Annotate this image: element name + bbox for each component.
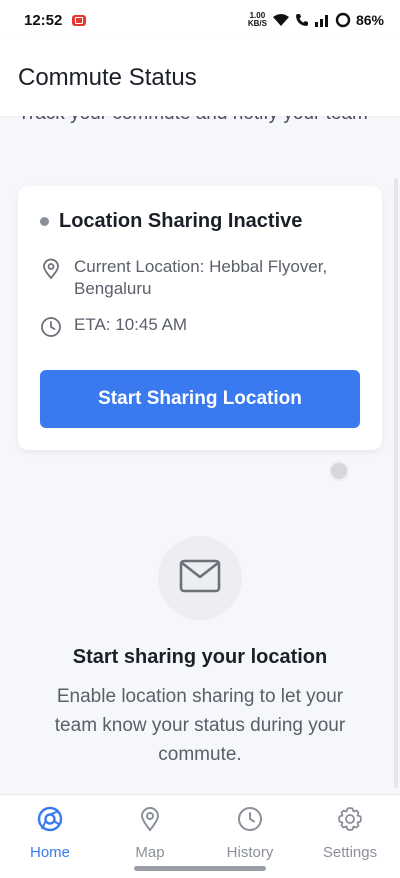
empty-state-description: Enable location sharing to let your team… — [54, 686, 346, 765]
eta-row: ETA: 10:45 AM — [40, 314, 364, 338]
commute-status-card: Location Sharing Inactive Current Locati… — [18, 186, 382, 450]
status-indicator-dot — [40, 217, 49, 226]
start-sharing-button[interactable]: Start Sharing Location — [40, 370, 360, 428]
sharing-status-title: Location Sharing Inactive — [59, 210, 303, 232]
page-subtitle: Track your commute and notify your team — [18, 116, 378, 126]
clock-icon — [236, 805, 264, 838]
signal-icon — [314, 13, 330, 27]
sharing-status: Location Sharing Inactive — [40, 210, 302, 233]
network-speed: 1.00 KB/S — [248, 12, 267, 28]
current-location-row: Current Location: Hebbal Flyover, Bengal… — [40, 256, 364, 300]
home-icon — [36, 805, 64, 838]
nav-item-home[interactable]: Home — [0, 795, 100, 878]
gear-icon — [336, 805, 364, 838]
page-title: Commute Status — [18, 64, 197, 91]
status-bar: 12:52 1.00 KB/S 86% — [0, 0, 400, 40]
clock-icon — [40, 316, 62, 338]
nav-label-settings: Settings — [322, 844, 378, 861]
current-location-text: Current Location: Hebbal Flyover, Bengal… — [74, 257, 328, 298]
nav-item-settings[interactable]: Settings — [300, 795, 400, 878]
battery-icon — [335, 12, 351, 28]
nav-label-map: Map — [135, 844, 165, 861]
app-header: Commute Status — [0, 40, 400, 116]
net-speed-unit: KB/S — [247, 19, 267, 28]
nav-label-history: History — [226, 844, 274, 861]
battery-percent: 86% — [355, 12, 384, 28]
empty-state-title: Start sharing your location — [72, 646, 328, 668]
scrollbar[interactable] — [394, 178, 398, 788]
screen-record-icon — [72, 14, 87, 26]
empty-state-icon-container — [158, 536, 242, 620]
location-pin-icon — [40, 258, 62, 280]
scroll-handle[interactable] — [329, 461, 349, 481]
wifi-icon — [272, 13, 290, 27]
mail-icon — [179, 559, 221, 598]
main-content[interactable]: Track your commute and notify your team … — [0, 116, 400, 794]
map-pin-icon — [136, 805, 164, 838]
nav-label-home: Home — [29, 844, 70, 861]
call-icon — [295, 13, 309, 27]
gesture-home-indicator[interactable] — [134, 866, 266, 871]
status-time: 12:52 — [24, 11, 63, 29]
eta-text: ETA: 10:45 AM — [74, 315, 188, 334]
